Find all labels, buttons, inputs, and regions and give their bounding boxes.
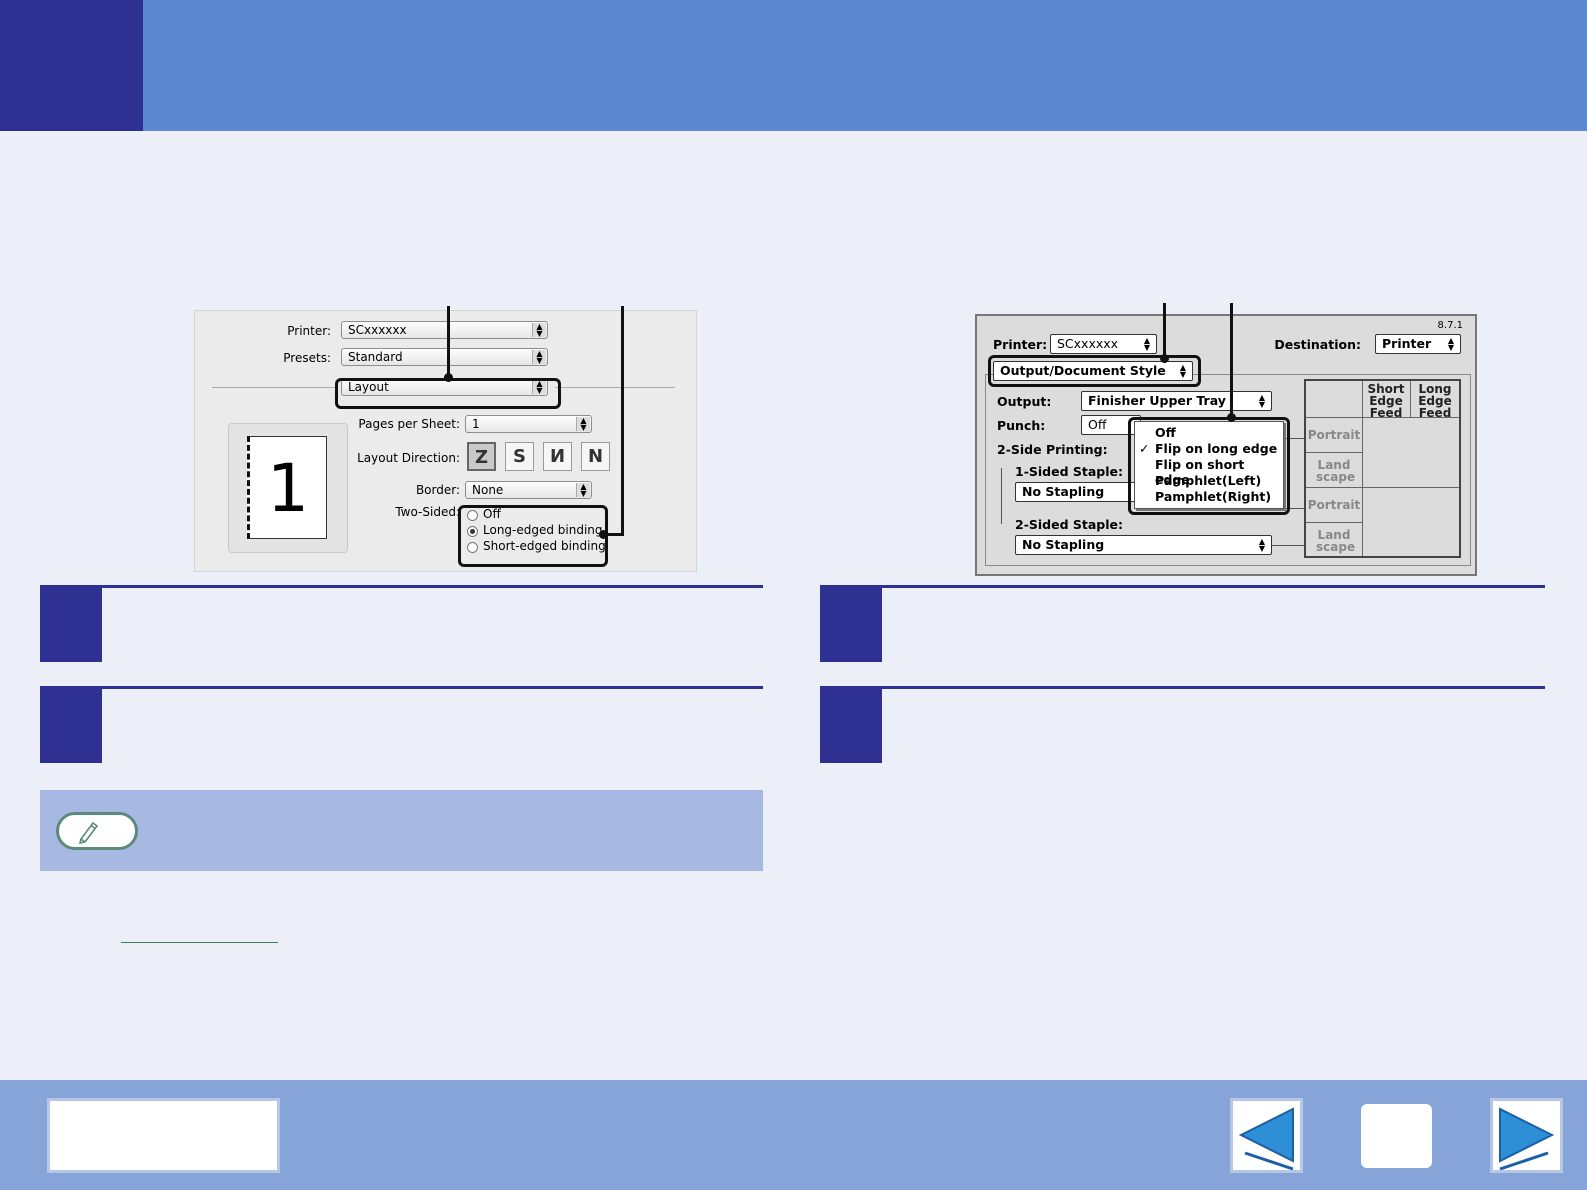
row-landscape-1: Land scape: [1316, 458, 1356, 484]
two-side-printing-label: 2-Side Printing:: [997, 442, 1108, 457]
step-2-number-box: [40, 689, 102, 763]
triangle-right-icon: [1499, 1107, 1555, 1171]
layout-direction-label: Layout Direction:: [357, 451, 460, 465]
popup-arrows-icon: ▲ ▼: [576, 483, 590, 498]
one-sided-staple-label: 1-Sided Staple:: [1015, 464, 1124, 479]
output-value: Finisher Upper Tray: [1088, 393, 1226, 408]
popup-arrows-icon: ▲ ▼: [1258, 537, 1266, 553]
callout-box-two-sided: [458, 505, 608, 567]
punch-value: Off: [1088, 417, 1107, 432]
punch-label: Punch:: [997, 418, 1046, 433]
printer-popup-os9[interactable]: SCxxxxxx ▲ ▼: [1050, 334, 1157, 354]
table-divider-h2: [1306, 487, 1459, 488]
step-3-rule: [820, 585, 1545, 588]
col-short-edge-feed: Short Edge Feed: [1367, 382, 1405, 420]
printer-label-os9: Printer:: [993, 337, 1048, 352]
table-divider-v2: [1410, 381, 1411, 417]
destination-label: Destination:: [1274, 337, 1361, 352]
popup-arrows-icon: ▲ ▼: [576, 417, 590, 432]
two-sided-staple-label: 2-Sided Staple:: [1015, 517, 1124, 532]
col-long-edge-feed: Long Edge Feed: [1418, 382, 1452, 420]
destination-popup[interactable]: Printer ▲ ▼: [1375, 334, 1461, 354]
triangle-left-icon: [1238, 1107, 1294, 1171]
pages-per-sheet-value: 1: [472, 417, 480, 431]
two-sided-staple-popup[interactable]: No Stapling ▲ ▼: [1015, 535, 1272, 555]
popup-arrows-icon: ▲ ▼: [1447, 336, 1455, 352]
feed-orientation-table: Short Edge Feed Long Edge Feed Portrait Land…: [1304, 379, 1461, 558]
layout-direction-n-reverse-button[interactable]: И: [543, 442, 572, 471]
popup-arrows-icon: ▲ ▼: [1258, 393, 1266, 409]
staple-bracket: [1001, 468, 1002, 524]
row-portrait-1: Portrait: [1307, 428, 1361, 442]
bracket-line-3: [1272, 545, 1304, 546]
table-divider-h4: [1306, 522, 1362, 523]
callout-dot-3: [1160, 354, 1169, 363]
printer-label: Printer:: [287, 324, 331, 338]
home-button[interactable]: [1361, 1104, 1432, 1168]
two-sided-label: Two-Sided:: [395, 505, 460, 519]
callout-leader-4: [1230, 303, 1233, 420]
border-label: Border:: [415, 483, 460, 497]
layout-direction-n-button[interactable]: N: [581, 442, 610, 471]
printer-popup[interactable]: SCxxxxxx ▲ ▼: [341, 321, 548, 339]
table-divider-h3: [1306, 452, 1362, 453]
destination-value: Printer: [1382, 336, 1432, 351]
separator-left: [212, 387, 335, 388]
row-portrait-2: Portrait: [1307, 498, 1361, 512]
layout-direction-z-button[interactable]: Z: [467, 442, 496, 471]
presets-label: Presets:: [283, 351, 331, 365]
callout-dot-2: [599, 530, 608, 539]
two-sided-staple-value: No Stapling: [1022, 537, 1105, 552]
popup-arrows-icon: ▲ ▼: [1143, 336, 1151, 352]
output-label: Output:: [997, 394, 1052, 409]
border-popup[interactable]: None ▲ ▼: [465, 481, 592, 499]
header-band: [0, 0, 1587, 131]
step-1-rule: [40, 585, 763, 588]
next-page-button[interactable]: [1490, 1098, 1563, 1173]
row-landscape-2: Land scape: [1316, 528, 1356, 554]
separator-right: [555, 387, 675, 388]
callout-box-two-side-menu: [1128, 417, 1290, 515]
step-3-number-box: [820, 588, 882, 662]
page-preview-frame: 1: [228, 423, 348, 553]
pages-per-sheet-label: Pages per Sheet:: [358, 417, 460, 431]
callout-leader-2-vertical: [621, 306, 624, 536]
callout-box-output-style: [988, 355, 1201, 387]
previous-page-button[interactable]: [1230, 1098, 1303, 1173]
output-popup[interactable]: Finisher Upper Tray ▲ ▼: [1081, 391, 1272, 411]
contents-button[interactable]: [47, 1098, 280, 1173]
presets-popup[interactable]: Standard ▲ ▼: [341, 348, 548, 366]
border-value: None: [472, 483, 504, 497]
pencil-icon: [78, 821, 99, 845]
popup-arrows-icon: ▲ ▼: [532, 350, 546, 365]
callout-box-layout: [335, 378, 561, 409]
one-sided-staple-value: No Stapling: [1022, 484, 1105, 499]
step-2-rule: [40, 686, 763, 689]
pages-per-sheet-popup[interactable]: 1 ▲ ▼: [465, 415, 592, 433]
layout-direction-s-button[interactable]: S: [505, 442, 534, 471]
callout-dot-1: [444, 373, 453, 382]
page-preview: 1: [247, 436, 327, 539]
step-4-rule: [820, 686, 1545, 689]
note-box: [40, 790, 763, 871]
note-badge: [56, 812, 138, 850]
table-divider-v1: [1362, 381, 1363, 556]
step-1-number-box: [40, 588, 102, 662]
printer-value: SCxxxxxx: [348, 323, 407, 337]
link-underline[interactable]: [121, 942, 278, 943]
callout-leader-1: [447, 306, 450, 378]
printer-value-os9: SCxxxxxx: [1057, 336, 1119, 351]
step-4-number-box: [820, 689, 882, 763]
callout-dot-4: [1227, 413, 1236, 422]
presets-value: Standard: [348, 350, 403, 364]
version-label: 8.7.1: [1437, 320, 1463, 331]
popup-arrows-icon: ▲ ▼: [532, 323, 546, 338]
header-chapter-square: [0, 0, 143, 131]
